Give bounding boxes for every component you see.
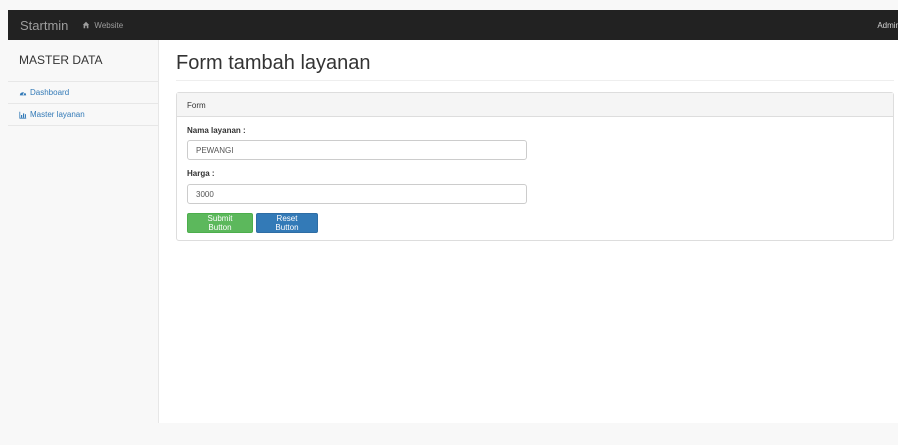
harga-input[interactable] <box>187 184 527 204</box>
nama-layanan-input[interactable] <box>187 140 527 160</box>
harga-label: Harga : <box>187 169 215 178</box>
bar-chart-icon <box>19 111 27 119</box>
page-title: Form tambah layanan <box>176 52 371 74</box>
sidebar-item-dashboard[interactable]: Dashboard <box>8 82 158 104</box>
sidebar-item-master-layanan[interactable]: Master layanan <box>8 104 158 126</box>
home-icon <box>83 21 90 29</box>
website-link-label: Website <box>94 20 124 30</box>
panel-heading: Form <box>177 93 893 117</box>
sidebar-item-label: Dashboard <box>30 88 70 97</box>
sidebar-title: MASTER DATA <box>8 40 158 82</box>
dashboard-icon <box>19 91 27 95</box>
submit-button[interactable]: Submit Button <box>187 213 253 233</box>
form-panel: Form Nama layanan : Harga : Submit Butto… <box>176 92 894 241</box>
reset-button[interactable]: Reset Button <box>256 213 318 233</box>
nama-layanan-label: Nama layanan : <box>187 126 246 135</box>
website-link[interactable]: Website <box>82 21 123 30</box>
sidebar-item-label: Master layanan <box>30 110 85 119</box>
admin-menu-link[interactable]: Admin <box>877 21 898 30</box>
sidebar: MASTER DATA Dashboard Master layanan <box>8 40 158 423</box>
top-navbar: Startmin Website Admin <box>8 10 898 40</box>
title-divider <box>176 80 894 81</box>
main-content: Form tambah layanan Form Nama layanan : … <box>158 40 898 423</box>
brand-link[interactable]: Startmin <box>20 18 68 33</box>
